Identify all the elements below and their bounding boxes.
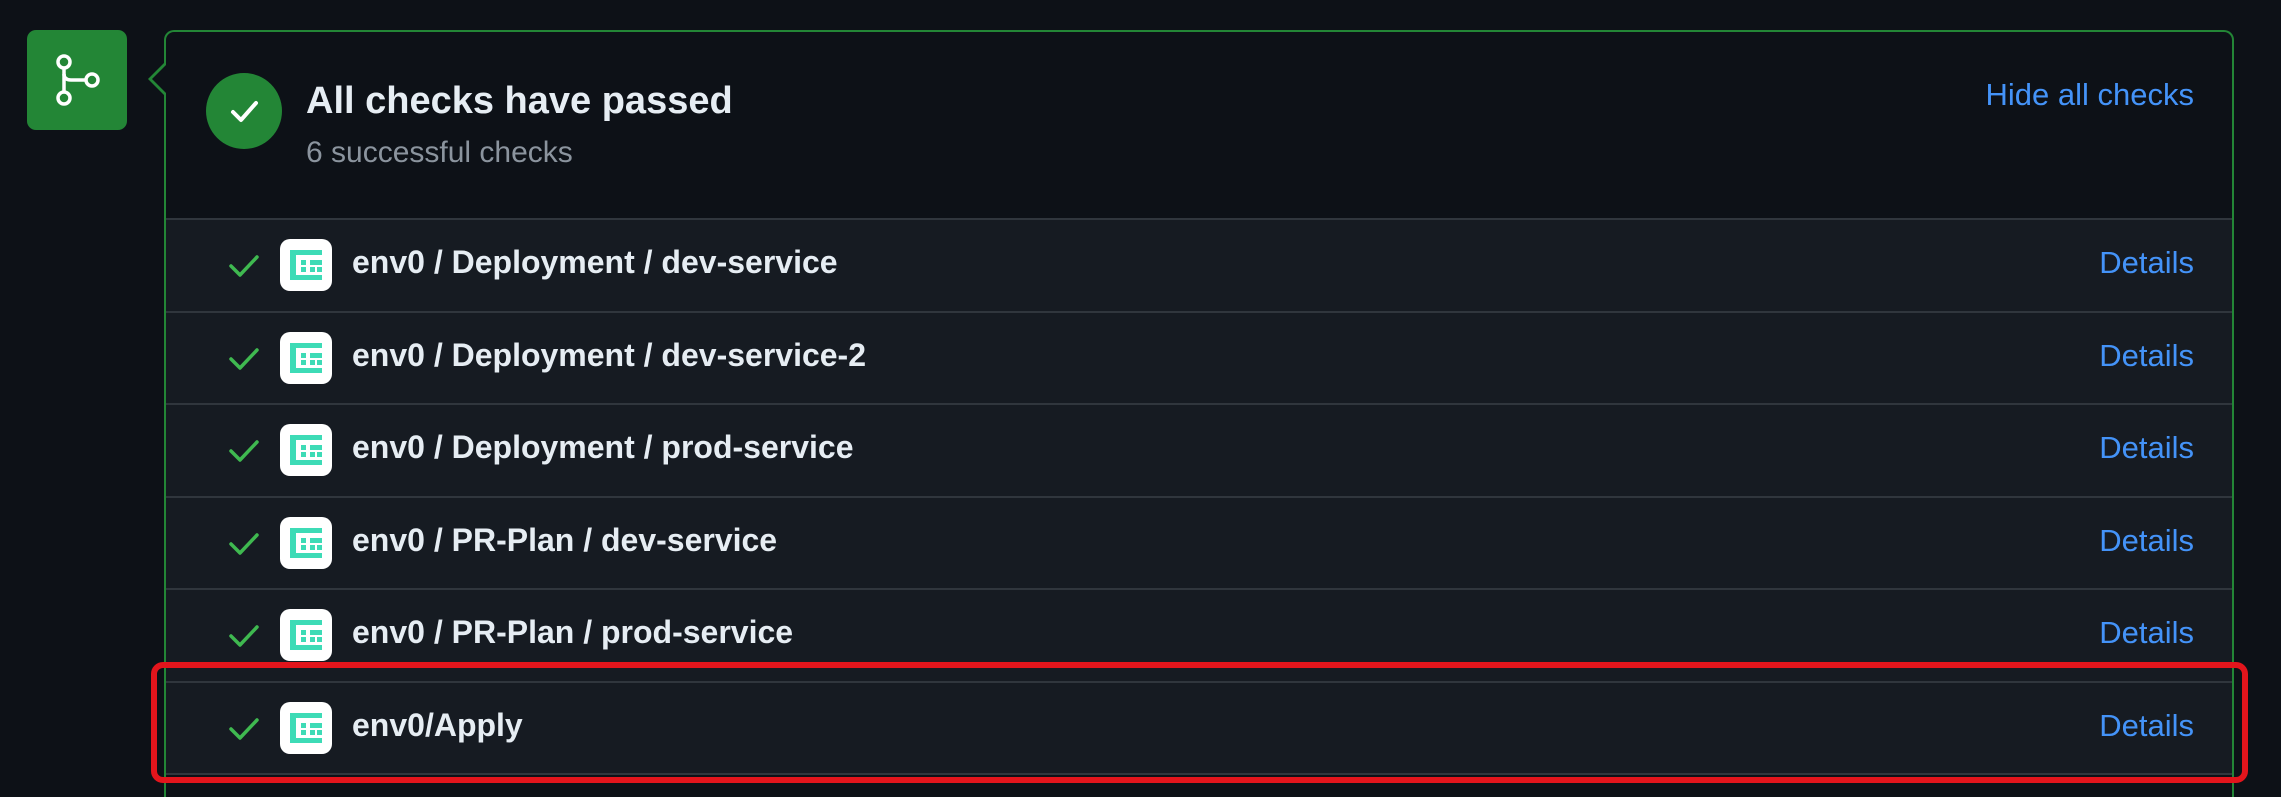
check-row-apply: env0/Apply Details: [166, 682, 2232, 775]
details-link[interactable]: Details: [2099, 523, 2194, 559]
check-icon: [229, 717, 259, 740]
checks-summary: All checks have passed 6 successful chec…: [166, 32, 2232, 220]
check-list: env0 / Deployment / dev-service Details: [166, 220, 2232, 775]
merge-checks-page: All checks have passed 6 successful chec…: [0, 0, 2281, 797]
details-link[interactable]: Details: [2099, 430, 2194, 466]
hide-all-checks-link[interactable]: Hide all checks: [1986, 77, 2194, 113]
env0-logo-icon: [280, 239, 332, 291]
details-link[interactable]: Details: [2099, 708, 2194, 744]
summary-title: All checks have passed: [306, 80, 733, 122]
checks-panel: All checks have passed 6 successful chec…: [164, 30, 2234, 797]
check-icon: [229, 532, 259, 555]
check-circle-icon: [231, 101, 258, 122]
summary-subtitle: 6 successful checks: [306, 136, 573, 169]
check-row-deployment-prod-service: env0 / Deployment / prod-service Details: [166, 405, 2232, 498]
check-icon: [229, 625, 259, 647]
git-branch-badge: [27, 30, 127, 130]
summary-status: [206, 73, 282, 149]
check-name: env0 / Deployment / dev-service-2: [352, 336, 866, 373]
check-row-pr-plan-dev-service: env0 / PR-Plan / dev-service Details: [166, 497, 2232, 590]
check-row-pr-plan-prod-service: env0 / PR-Plan / prod-service Details: [166, 590, 2232, 683]
check-name: env0 / PR-Plan / dev-service: [352, 521, 778, 558]
check-icon: [229, 440, 259, 462]
env0-logo-icon: [280, 424, 332, 476]
check-row-deployment-dev-service: env0 / Deployment / dev-service Details: [166, 220, 2232, 313]
env0-logo-icon: [280, 331, 332, 384]
env0-logo-icon: [280, 701, 332, 754]
check-name: env0 / Deployment / prod-service: [352, 429, 854, 465]
check-name: env0 / PR-Plan / prod-service: [352, 614, 794, 650]
check-row-deployment-dev-service-2: env0 / Deployment / dev-service-2 Detail…: [166, 312, 2232, 405]
details-link[interactable]: Details: [2099, 338, 2194, 374]
panel-pointer-fill: [152, 64, 167, 94]
check-name: env0 / Deployment / dev-service: [352, 244, 838, 280]
check-icon: [229, 255, 259, 277]
check-icon: [229, 347, 259, 370]
details-link[interactable]: Details: [2099, 615, 2194, 651]
details-link[interactable]: Details: [2099, 245, 2194, 281]
check-name: env0/Apply: [352, 706, 523, 743]
env0-logo-icon: [280, 609, 332, 661]
git-branch-icon: [56, 54, 100, 106]
env0-logo-icon: [280, 516, 332, 569]
